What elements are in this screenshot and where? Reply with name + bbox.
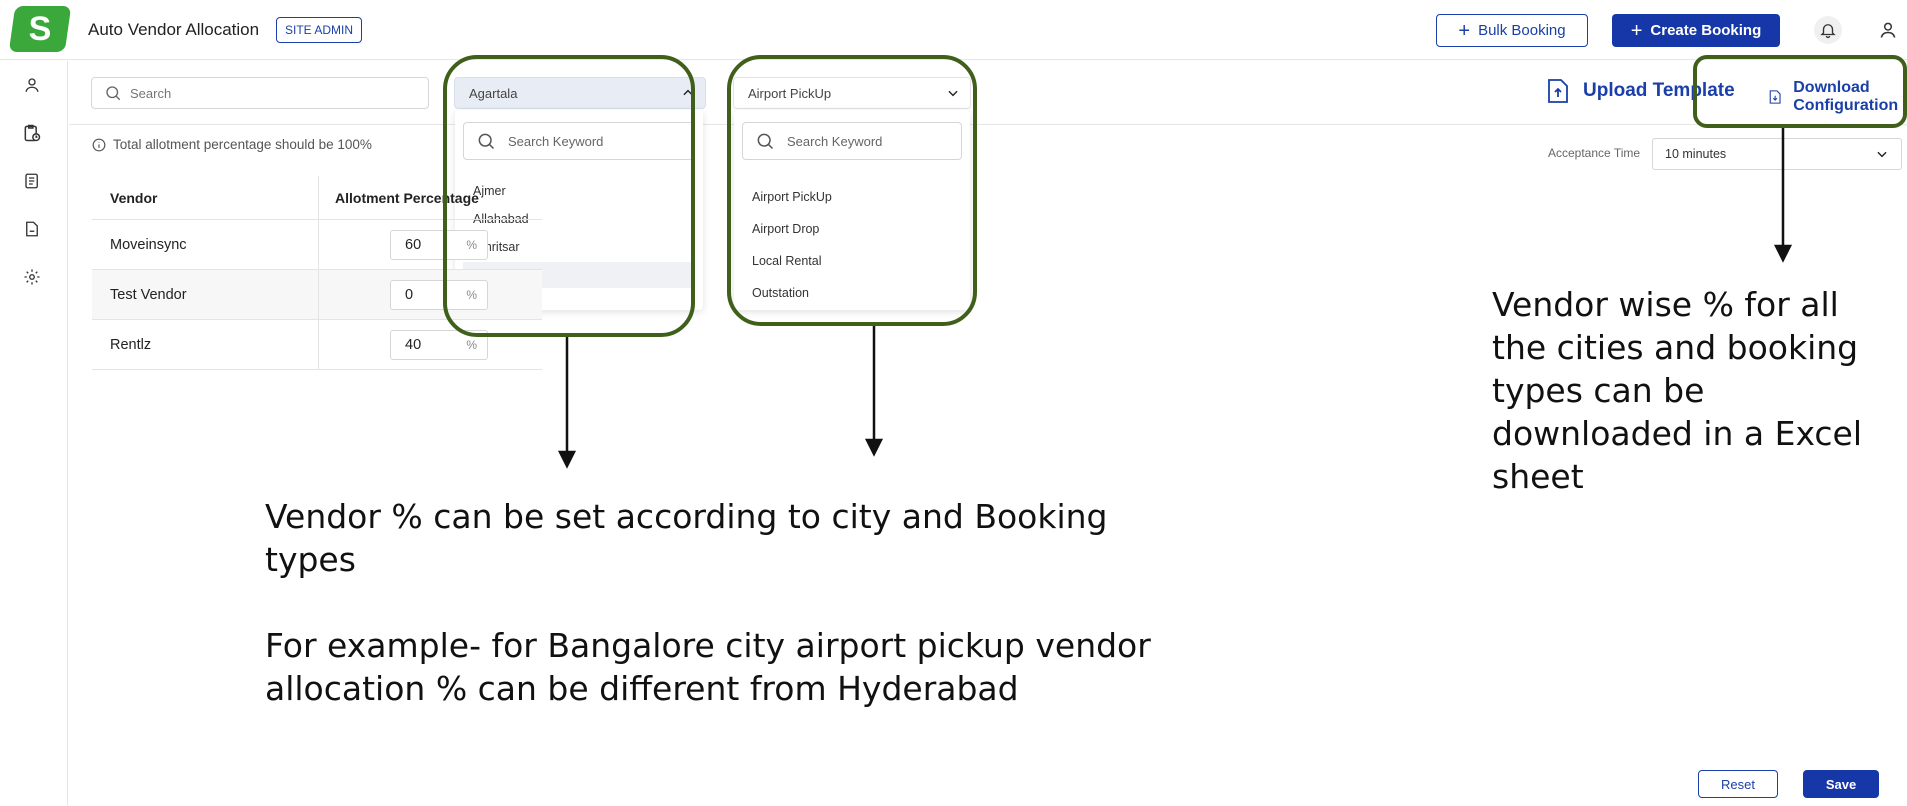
reset-button[interactable]: Reset [1698,770,1778,798]
save-button[interactable]: Save [1803,770,1879,798]
arrow-booking-head [864,438,884,457]
arrow-city-head [557,450,577,469]
annotation-left: Vendor % can be set according to city an… [265,497,1151,708]
annotation-right: Vendor wise % for all the cities and boo… [1492,285,1863,496]
arrow-download-head [1773,244,1793,263]
